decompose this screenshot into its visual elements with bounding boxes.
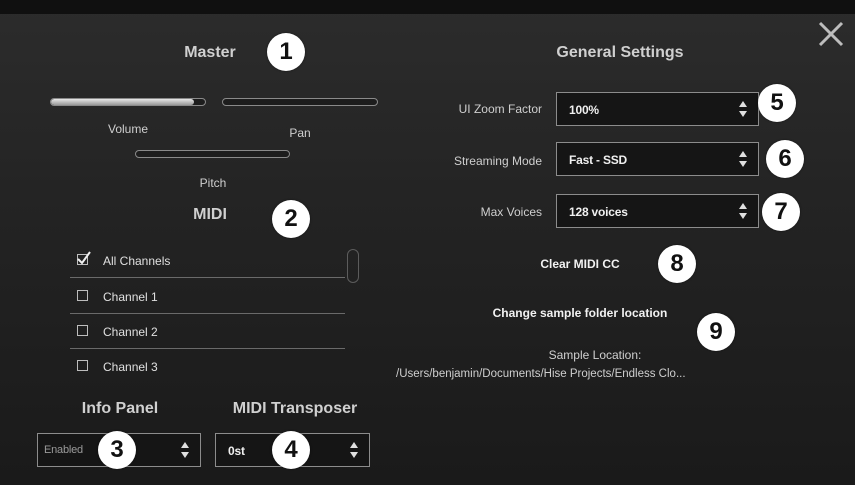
badge-8: 8 <box>658 245 696 283</box>
midi-title: MIDI <box>193 206 227 223</box>
list-item-label: Channel 2 <box>103 325 158 339</box>
change-sample-folder-button[interactable]: Change sample folder location <box>460 306 700 320</box>
streaming-mode-value: Fast - SSD <box>569 153 628 167</box>
max-voices-label: Max Voices <box>480 205 542 219</box>
list-item-label: All Channels <box>103 254 171 268</box>
badge-7: 7 <box>762 193 800 231</box>
up-down-arrows-icon <box>739 101 747 117</box>
badge-3: 3 <box>98 431 136 469</box>
info-panel-title: Info Panel <box>81 400 159 417</box>
up-down-arrows-icon <box>181 442 189 458</box>
pitch-label: Pitch <box>199 176 227 190</box>
checkbox[interactable] <box>77 290 88 301</box>
streaming-mode-label: Streaming Mode <box>453 154 542 168</box>
midi-transposer-value: 0st <box>228 444 245 458</box>
list-item-channel-1[interactable]: Channel 1 <box>70 280 345 314</box>
ui-zoom-select[interactable]: 100% <box>556 92 759 126</box>
midi-transposer-title: MIDI Transposer <box>232 400 358 417</box>
clear-midi-cc-button[interactable]: Clear MIDI CC <box>500 257 660 271</box>
volume-slider-fill <box>51 99 195 105</box>
pan-slider[interactable] <box>222 98 378 106</box>
streaming-mode-select[interactable]: Fast - SSD <box>556 142 759 176</box>
sample-location-path: /Users/benjamin/Documents/Hise Projects/… <box>396 368 686 380</box>
list-item-channel-3[interactable]: Channel 3 <box>70 350 345 374</box>
up-down-arrows-icon <box>739 151 747 167</box>
info-panel-value: Enabled <box>44 444 83 456</box>
volume-label: Volume <box>107 122 149 136</box>
master-title: Master <box>184 44 236 61</box>
max-voices-value: 128 voices <box>569 205 628 219</box>
badge-5: 5 <box>758 84 796 122</box>
badge-6: 6 <box>766 140 804 178</box>
checkbox[interactable] <box>77 325 88 336</box>
up-down-arrows-icon <box>350 442 358 458</box>
list-item-label: Channel 3 <box>103 360 158 374</box>
badge-2: 2 <box>272 200 310 238</box>
badge-4: 4 <box>272 431 310 469</box>
badge-9: 9 <box>697 313 735 351</box>
pan-label: Pan <box>289 126 311 140</box>
top-bar <box>0 0 855 14</box>
checkmark-icon <box>77 251 91 265</box>
volume-slider[interactable] <box>50 98 206 106</box>
list-item-label: Channel 1 <box>103 290 158 304</box>
ui-zoom-value: 100% <box>569 103 599 117</box>
list-item-all-channels[interactable]: All Channels <box>70 244 345 278</box>
badge-1: 1 <box>267 33 305 71</box>
sample-location-label: Sample Location: <box>548 348 642 362</box>
scrollbar[interactable] <box>347 249 359 283</box>
max-voices-select[interactable]: 128 voices <box>556 194 759 228</box>
general-settings-title: General Settings <box>556 44 684 61</box>
pitch-slider[interactable] <box>135 150 290 158</box>
up-down-arrows-icon <box>739 203 747 219</box>
ui-zoom-label: UI Zoom Factor <box>458 102 542 116</box>
checkbox[interactable] <box>77 360 88 371</box>
checkbox[interactable] <box>77 251 91 265</box>
list-item-channel-2[interactable]: Channel 2 <box>70 315 345 349</box>
close-icon[interactable] <box>815 18 847 50</box>
